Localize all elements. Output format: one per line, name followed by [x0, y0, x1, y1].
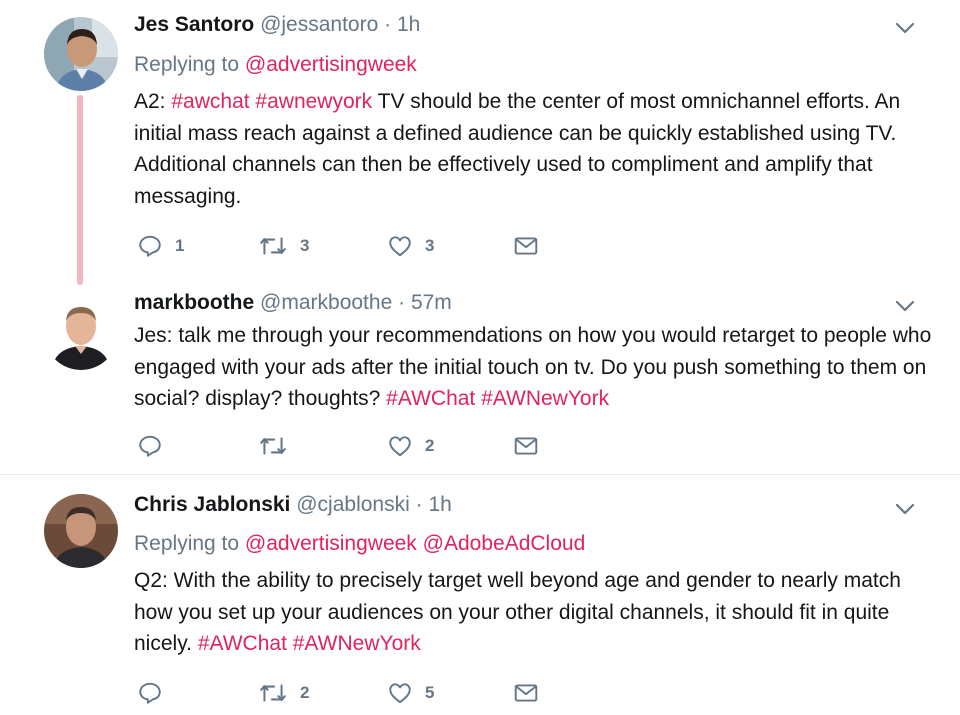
envelope-icon — [514, 237, 538, 255]
tweet-header: markboothe @markboothe · 57m — [134, 288, 452, 318]
retweet-icon — [260, 237, 286, 255]
tweet-markboothe[interactable]: markboothe @markboothe · 57m Jes: talk m… — [0, 288, 960, 474]
chevron-down-icon[interactable] — [893, 294, 917, 318]
hashtag-link[interactable]: #AWNewYork — [293, 632, 421, 655]
avatar[interactable] — [44, 494, 118, 568]
hashtag-link[interactable]: #AWChat — [386, 387, 475, 410]
mention-link[interactable]: @AdobeAdCloud — [423, 532, 586, 555]
retweet-icon — [260, 684, 286, 702]
hashtag-link[interactable]: #AWNewYork — [481, 387, 609, 410]
user-handle[interactable]: @jessantoro — [260, 13, 378, 36]
retweet-button[interactable] — [258, 431, 300, 461]
tweet-actions: 2 5 — [134, 678, 554, 708]
retweet-button[interactable]: 2 — [258, 678, 309, 708]
like-count: 2 — [425, 436, 435, 455]
avatar[interactable] — [44, 296, 118, 370]
avatar-jes-santoro-icon — [44, 17, 118, 91]
tweet-header: Chris Jablonski @cjablonski · 1h — [134, 490, 452, 520]
reply-count: 1 — [175, 236, 185, 255]
user-handle[interactable]: @cjablonski — [296, 493, 410, 516]
reply-icon — [139, 235, 161, 257]
reply-icon — [139, 435, 161, 457]
reply-icon — [139, 682, 161, 704]
replying-to: Replying to @advertisingweek — [134, 50, 417, 80]
retweet-button[interactable]: 3 — [258, 231, 309, 261]
retweet-icon — [260, 437, 286, 455]
heart-icon — [389, 683, 411, 704]
separator: · — [398, 291, 406, 314]
reply-button[interactable] — [137, 431, 175, 461]
replying-label: Replying to — [134, 532, 240, 555]
tweet-actions: 1 3 3 — [134, 231, 554, 261]
direct-message-button[interactable] — [513, 431, 539, 461]
display-name[interactable]: Chris Jablonski — [134, 493, 290, 516]
separator: · — [415, 493, 423, 516]
tweet-jes-santoro[interactable]: Jes Santoro @jessantoro · 1h Replying to… — [0, 0, 960, 290]
like-button[interactable]: 3 — [387, 231, 434, 261]
tweet-chris-jablonski[interactable]: Chris Jablonski @cjablonski · 1h Replyin… — [0, 490, 960, 715]
timestamp[interactable]: 57m — [411, 291, 452, 314]
direct-message-button[interactable] — [513, 678, 539, 708]
tweet-text: Jes: talk me through your recommendation… — [134, 320, 934, 415]
heart-icon — [389, 436, 411, 457]
hashtag-link[interactable]: #awchat — [171, 90, 249, 113]
avatar[interactable] — [44, 17, 118, 91]
mention-link[interactable]: @advertisingweek — [245, 532, 417, 555]
tweet-divider — [0, 474, 960, 475]
envelope-icon — [514, 437, 538, 455]
chevron-down-icon[interactable] — [893, 16, 917, 40]
retweet-count: 2 — [300, 683, 310, 702]
heart-icon — [389, 236, 411, 257]
like-count: 3 — [425, 236, 435, 255]
timestamp[interactable]: 1h — [428, 493, 451, 516]
user-handle[interactable]: @markboothe — [260, 291, 392, 314]
hashtag-link[interactable]: #awnewyork — [255, 90, 372, 113]
timestamp[interactable]: 1h — [397, 13, 420, 36]
retweet-count: 3 — [300, 236, 310, 255]
reply-button[interactable]: 1 — [137, 231, 184, 261]
envelope-icon — [514, 684, 538, 702]
display-name[interactable]: markboothe — [134, 291, 254, 314]
like-button[interactable]: 2 — [387, 431, 434, 461]
tweet-text: A2: #awchat #awnewyork TV should be the … — [134, 86, 934, 212]
hashtag-link[interactable]: #AWChat — [198, 632, 287, 655]
replying-to: Replying to @advertisingweek @AdobeAdClo… — [134, 529, 585, 559]
like-count: 5 — [425, 683, 435, 702]
tweet-header: Jes Santoro @jessantoro · 1h — [134, 10, 420, 40]
mention-link[interactable]: @advertisingweek — [245, 53, 417, 76]
reply-button[interactable] — [137, 678, 175, 708]
avatar-chris-jablonski-icon — [44, 494, 118, 568]
like-button[interactable]: 5 — [387, 678, 434, 708]
text-segment: A2: — [134, 90, 172, 113]
chevron-down-icon[interactable] — [893, 497, 917, 521]
direct-message-button[interactable] — [513, 231, 539, 261]
tweet-text: Q2: With the ability to precisely target… — [134, 565, 934, 660]
display-name[interactable]: Jes Santoro — [134, 13, 254, 36]
avatar-markboothe-icon — [44, 296, 118, 370]
tweet-actions: 2 — [134, 431, 554, 461]
replying-label: Replying to — [134, 53, 240, 76]
separator: · — [384, 13, 392, 36]
